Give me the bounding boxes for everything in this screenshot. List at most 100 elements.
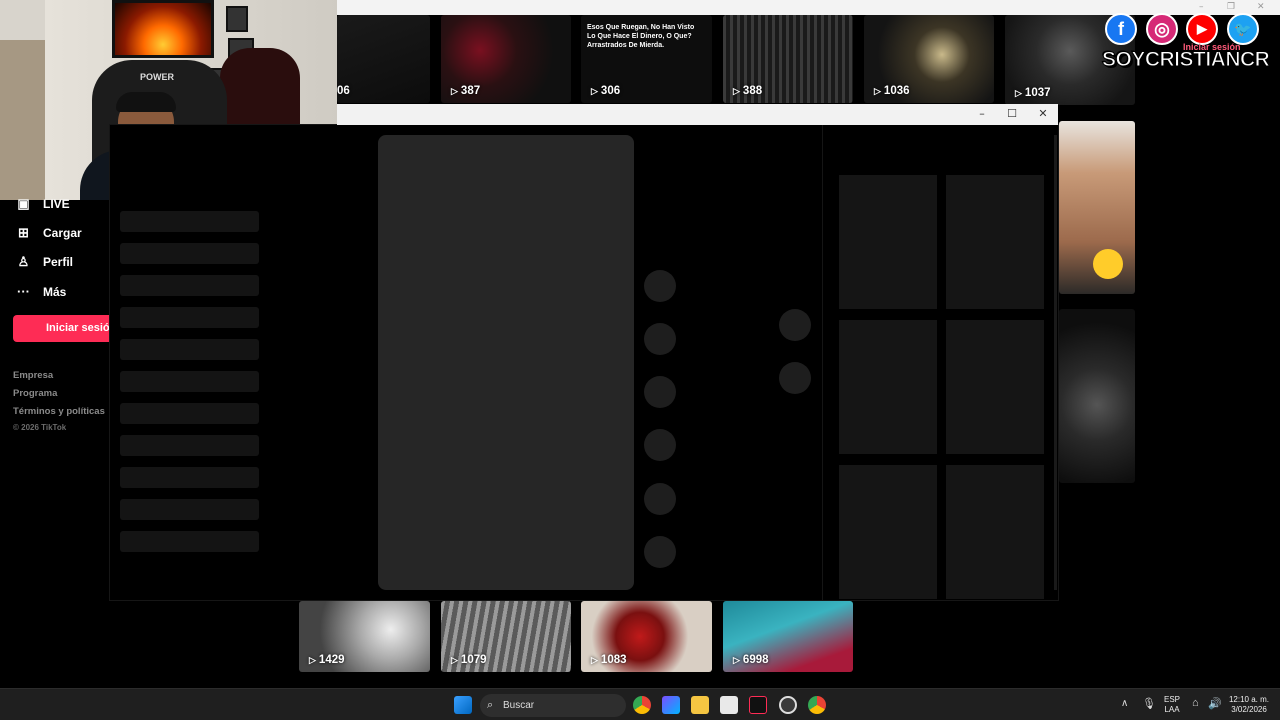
sidebar-item-label: Más	[43, 284, 67, 299]
clock[interactable]: 12:10 a. m. 3/02/2026	[1224, 695, 1274, 715]
sidebar-item-label: Perfil	[43, 254, 74, 269]
play-icon: ▷	[591, 654, 598, 665]
video-thumbnail[interactable]: ▷ 1079	[441, 601, 571, 672]
volume-icon[interactable]: 🔊	[1208, 697, 1222, 710]
skeleton-row	[120, 403, 259, 424]
file-explorer-icon[interactable]	[691, 696, 709, 714]
more-icon: ···	[17, 284, 30, 299]
emoji-sticker	[1093, 249, 1123, 279]
action-placeholder	[644, 536, 676, 568]
grid-placeholder	[839, 465, 937, 599]
video-thumbnail[interactable]	[1059, 309, 1135, 483]
skeleton-row	[120, 499, 259, 520]
store-icon[interactable]	[720, 696, 738, 714]
sidebar-item-live[interactable]: ▣ LIVE	[16, 195, 70, 211]
chrome-profile-icon[interactable]	[808, 696, 826, 714]
skeleton-row	[120, 211, 259, 232]
skeleton-row	[120, 435, 259, 456]
play-icon: ▷	[309, 654, 316, 665]
video-thumbnail[interactable]: 06	[337, 15, 430, 103]
bg-minimize-button[interactable]: –	[1199, 2, 1204, 12]
live-icon: ▣	[17, 195, 30, 211]
sidebar-item-more[interactable]: ··· Más	[16, 284, 66, 299]
panel-divider	[822, 125, 823, 600]
chevron-up-icon[interactable]: ∧	[1121, 698, 1128, 709]
nav-placeholder	[779, 309, 811, 341]
scrollbar[interactable]	[1054, 135, 1057, 590]
view-count: ▷ 6998	[733, 654, 769, 666]
nav-placeholder	[779, 362, 811, 394]
close-button[interactable]: ✕	[1032, 104, 1054, 125]
action-placeholder	[644, 323, 676, 355]
microphone-icon[interactable]: 🎙	[1142, 697, 1156, 710]
copyright: © 2026 TikTok	[13, 423, 67, 432]
play-icon: ▷	[733, 85, 740, 96]
video-thumbnail[interactable]: ▷ 1083	[581, 601, 712, 672]
play-icon: ▷	[451, 85, 458, 96]
search-icon: ⌕	[487, 699, 494, 711]
view-count: ▷ 1079	[451, 654, 487, 666]
video-thumbnail[interactable]: Esos Que Ruegan, No Han Visto Lo Que Hac…	[581, 15, 712, 103]
video-thumbnail[interactable]: ▷ 6998	[723, 601, 853, 672]
play-icon: ▷	[451, 654, 458, 665]
network-icon[interactable]: ⌂	[1192, 697, 1199, 709]
windows-start-icon[interactable]	[454, 696, 472, 714]
sidebar-item-upload[interactable]: ⊞ Cargar	[16, 225, 82, 240]
login-button[interactable]: Iniciar sesión	[13, 315, 113, 342]
video-thumbnail[interactable]	[1059, 121, 1135, 294]
skeleton-row	[120, 531, 259, 552]
view-count: ▷ 387	[451, 85, 481, 97]
video-caption: Esos Que Ruegan, No Han Visto Lo Que Hac…	[587, 24, 695, 49]
background-window-titlebar: – ❐ ✕	[337, 0, 1280, 15]
view-count: ▷ 388	[733, 85, 763, 97]
fireplace-poster	[112, 0, 214, 58]
language-indicator[interactable]: ESP LAA	[1160, 695, 1184, 715]
view-count: ▷ 1036	[874, 85, 910, 97]
skeleton-row	[120, 307, 259, 328]
tiktok-icon[interactable]	[749, 696, 767, 714]
obs-icon[interactable]	[779, 696, 797, 714]
screen: POWER – ❐ ✕ 06 ▷ 387 Esos Que Ruegan, No …	[0, 0, 1280, 720]
taskbar: ⌕ Buscar ∧ 🎙 ESP LAA ⌂ 🔊 12:10 a. m. 3/02/…	[0, 688, 1280, 720]
chrome-icon[interactable]	[633, 696, 651, 714]
sidebar-item-label: Cargar	[43, 225, 82, 240]
twitter-icon: 🐦	[1227, 13, 1259, 45]
video-thumbnail[interactable]: ▷ 1036	[864, 15, 994, 103]
footer-link-program[interactable]: Programa	[13, 388, 57, 399]
view-count: 06	[337, 85, 350, 97]
grid-placeholder	[839, 175, 937, 309]
grid-placeholder	[946, 465, 1044, 599]
grid-placeholder	[946, 320, 1044, 454]
sidebar-item-label: LIVE	[43, 196, 70, 211]
grid-placeholder	[946, 175, 1044, 309]
play-icon: ▷	[874, 85, 881, 96]
grid-placeholder	[839, 320, 937, 454]
footer-link-terms[interactable]: Términos y políticas	[13, 406, 105, 417]
view-count: ▷ 306	[591, 85, 621, 97]
view-count: ▷ 1083	[591, 654, 627, 666]
skeleton-row	[120, 275, 259, 296]
instagram-icon: ◎	[1146, 13, 1178, 45]
bg-close-button[interactable]: ✕	[1257, 2, 1265, 12]
facebook-icon: f	[1105, 13, 1137, 45]
minimize-button[interactable]: –	[971, 104, 993, 125]
loading-window-titlebar[interactable]: – ☐ ✕	[337, 104, 1058, 125]
video-thumbnail[interactable]: ▷ 388	[723, 15, 853, 103]
video-thumbnail[interactable]: ▷ 1429	[299, 601, 430, 672]
footer-link-company[interactable]: Empresa	[13, 370, 53, 381]
play-icon: ▷	[591, 85, 598, 96]
sidebar-item-profile[interactable]: ♙ Perfil	[16, 254, 73, 269]
view-count: ▷ 1037	[1015, 87, 1051, 99]
skeleton-row	[120, 371, 259, 392]
copilot-icon[interactable]	[662, 696, 680, 714]
video-thumbnail[interactable]: ▷ 387	[441, 15, 571, 103]
action-placeholder	[644, 376, 676, 408]
action-placeholder	[644, 270, 676, 302]
maximize-button[interactable]: ☐	[1001, 104, 1023, 125]
view-count: ▷ 1429	[309, 654, 345, 666]
bg-restore-button[interactable]: ❐	[1227, 2, 1235, 12]
play-icon: ▷	[733, 654, 740, 665]
action-placeholder	[644, 429, 676, 461]
profile-icon: ♙	[17, 253, 30, 269]
taskbar-search[interactable]: ⌕ Buscar	[480, 694, 626, 717]
